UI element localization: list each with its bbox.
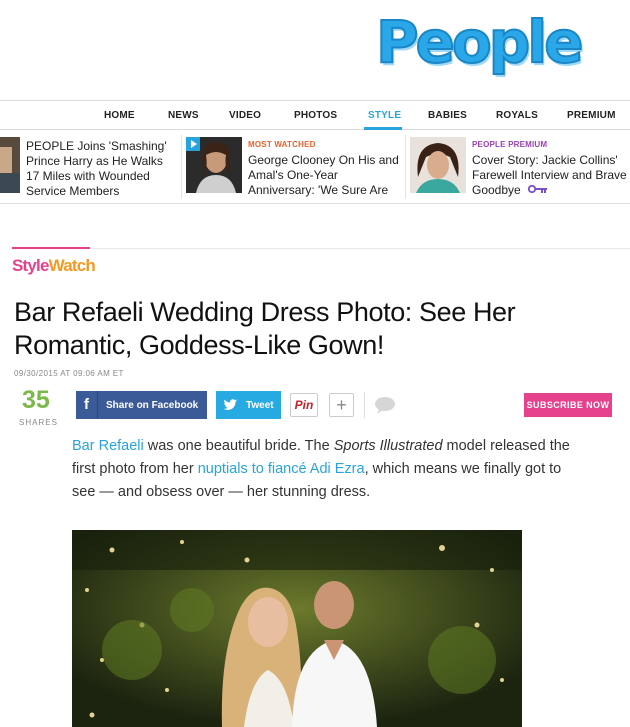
link-nuptials[interactable]: nuptials to fiancé Adi Ezra <box>198 461 365 477</box>
trending-strip: PEOPLE Joins 'Smashing' Prince Harry as … <box>0 131 630 204</box>
tweet-button[interactable]: Tweet <box>216 391 281 419</box>
facebook-share-button[interactable]: f Share on Facebook <box>76 391 207 419</box>
trending-kicker: PEOPLE PREMIUM <box>472 140 548 149</box>
share-divider <box>364 392 365 418</box>
trending-headline: PEOPLE Joins 'Smashing' Prince Harry as … <box>26 139 167 198</box>
article-headline: Bar Refaeli Wedding Dress Photo: See Her… <box>14 297 516 360</box>
comment-icon[interactable] <box>373 395 397 415</box>
section-divider <box>90 248 630 249</box>
trending-kicker: MOST WATCHED <box>248 140 316 149</box>
trending-item[interactable]: PEOPLE PREMIUM Cover Story: Jackie Colli… <box>410 131 630 204</box>
nav-item-photos[interactable]: PHOTOS <box>294 110 337 121</box>
subscribe-button[interactable]: SUBSCRIBE NOW <box>524 393 612 417</box>
link-bar-refaeli[interactable]: Bar Refaeli <box>72 438 144 454</box>
trending-headline: Cover Story: Jackie Collins' Farewell In… <box>472 153 628 198</box>
pinterest-button[interactable]: Pin <box>290 393 318 417</box>
body-text-em: Sports Illustrated <box>333 438 443 454</box>
key-icon <box>527 183 548 198</box>
stylewatch-watch: Watch <box>48 256 96 275</box>
nav-item-home[interactable]: HOME <box>104 110 135 121</box>
stylewatch-style: Style <box>12 256 49 275</box>
nav-item-video[interactable]: VIDEO <box>229 110 261 121</box>
nav-item-premium[interactable]: PREMIUM <box>567 110 616 121</box>
strip-divider <box>405 135 406 199</box>
nav-item-royals[interactable]: ROYALS <box>496 110 538 121</box>
stylewatch-logo[interactable]: StyleWatch <box>12 256 96 276</box>
trending-thumbnail <box>0 137 20 193</box>
trending-item[interactable]: MOST WATCHED George Clooney On His and A… <box>186 131 404 204</box>
article-dateline: 09/30/2015 AT 09:06 AM ET <box>14 369 124 378</box>
trending-thumbnail <box>410 137 466 193</box>
section-rule <box>12 247 90 249</box>
nav-item-babies[interactable]: BABIES <box>428 110 467 121</box>
nav-item-style[interactable]: STYLE <box>368 110 401 121</box>
twitter-bird-icon <box>222 397 238 413</box>
article-intro: Bar Refaeli was one beautiful bride. The… <box>72 435 572 504</box>
more-share-button[interactable]: + <box>329 393 354 417</box>
body-text-1: was one beautiful bride. The <box>143 438 334 454</box>
strip-divider <box>181 135 182 199</box>
trending-item[interactable]: PEOPLE Joins 'Smashing' Prince Harry as … <box>0 131 180 204</box>
share-count-label: SHARES <box>19 418 58 427</box>
trending-thumbnail <box>186 137 242 193</box>
main-nav: HOME NEWS VIDEO PHOTOS STYLE BABIES ROYA… <box>0 100 630 130</box>
wedding-photo <box>72 530 522 727</box>
nav-item-news[interactable]: NEWS <box>168 110 199 121</box>
trending-headline: George Clooney On His and Amal's One-Yea… <box>248 153 399 197</box>
trending-headline-text: Cover Story: Jackie Collins' Farewell In… <box>472 153 627 197</box>
facebook-icon: f <box>76 391 98 419</box>
people-logo[interactable]: People <box>375 7 584 77</box>
share-count: 35 <box>22 386 50 414</box>
masthead: People <box>0 0 630 100</box>
play-icon <box>186 137 200 151</box>
tweet-label: Tweet <box>246 400 274 411</box>
facebook-share-label: Share on Facebook <box>106 400 199 411</box>
nav-active-indicator <box>364 127 402 130</box>
